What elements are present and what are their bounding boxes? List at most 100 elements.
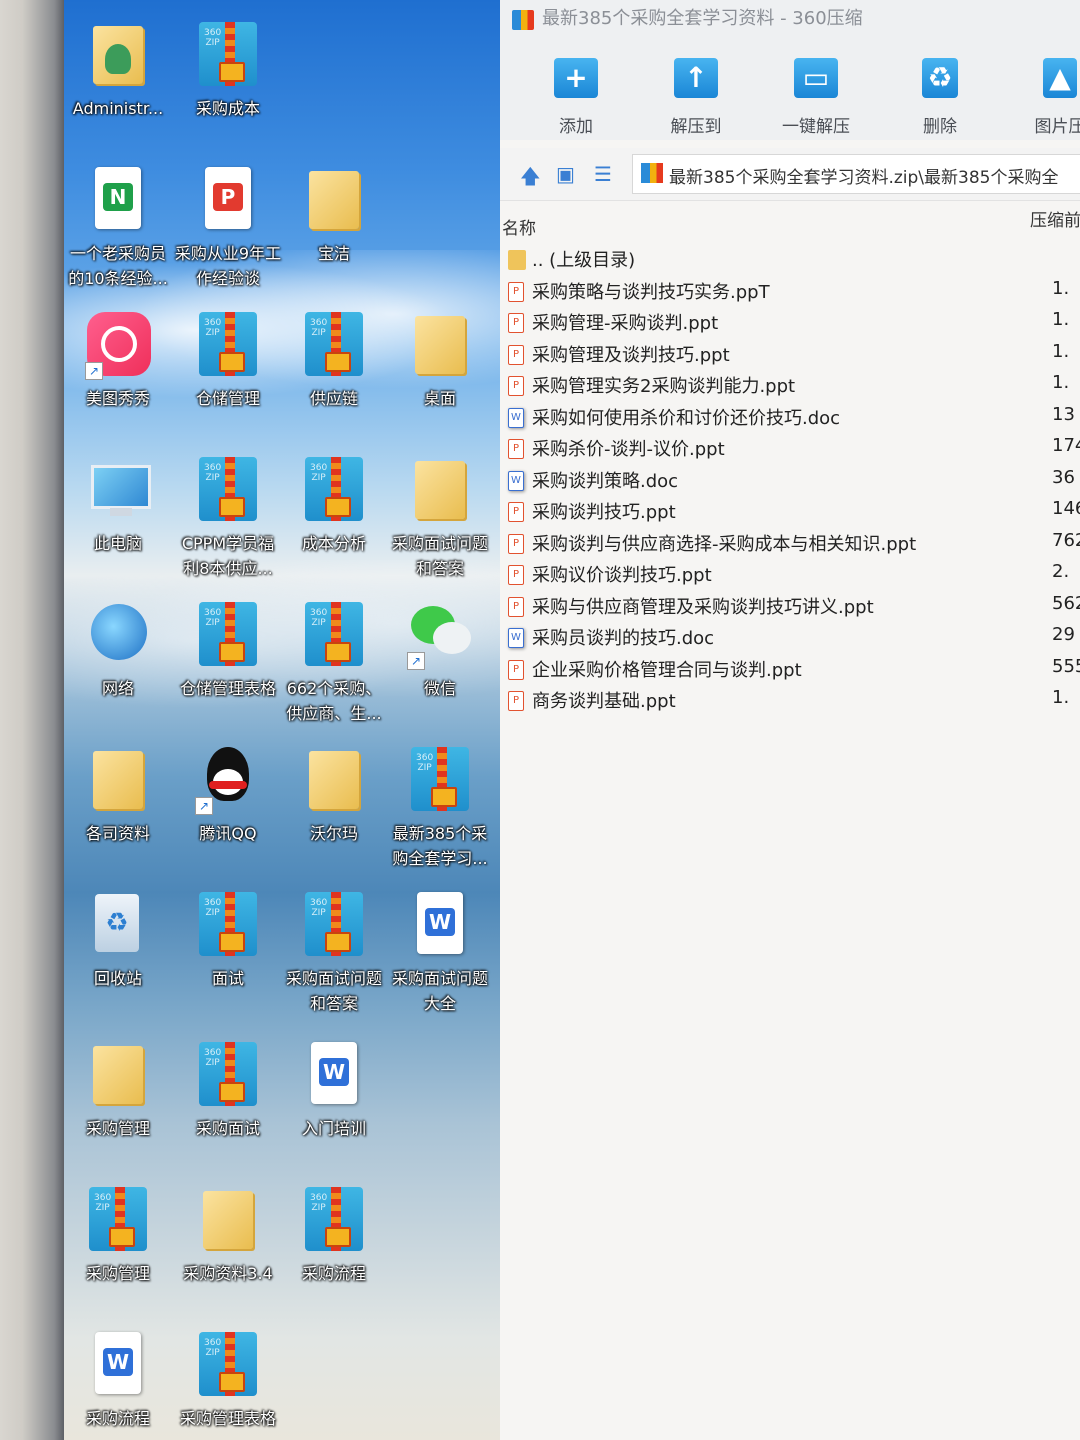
desktop-icon-label: 采购面试问题大全	[391, 969, 488, 1013]
desktop-icon[interactable]: 各司资料	[64, 745, 172, 846]
desktop-icon-label: 供应链	[309, 389, 358, 408]
desktop-icon[interactable]: 采购资料3.4	[174, 1185, 282, 1286]
desktop-icon[interactable]: W 采购流程	[64, 1330, 172, 1431]
desktop-icon[interactable]: 采购流程	[280, 1185, 388, 1286]
file-row[interactable]: P 采购策略与谈判技巧实务.ppT 1.	[500, 276, 1080, 308]
file-name: 采购策略与谈判技巧实务.ppT	[532, 281, 770, 303]
desktop-icon[interactable]: ♻ 回收站	[64, 890, 172, 991]
desktop-icon[interactable]: ↗ 腾讯QQ	[174, 745, 282, 846]
zip-archive-icon	[193, 1330, 263, 1400]
desktop-icon[interactable]: 网络	[64, 600, 172, 701]
powerpoint-file-icon: P	[508, 691, 524, 711]
desktop-icon[interactable]: 最新385个采购全套学习...	[386, 745, 494, 871]
column-name[interactable]: 名称	[502, 214, 536, 239]
desktop-icon[interactable]: 662个采购、供应商、生...	[280, 600, 388, 726]
thumbnail-view-icon[interactable]: ▣	[556, 162, 575, 186]
desktop-icon[interactable]: 宝洁	[280, 165, 388, 266]
list-view-icon[interactable]: ☰	[594, 162, 612, 186]
file-row[interactable]: P 采购管理实务2采购谈判能力.ppt 1.	[500, 370, 1080, 402]
desktop-icon[interactable]: 采购管理	[64, 1185, 172, 1286]
image-compress-label: 图片压	[1034, 117, 1080, 137]
desktop-icon[interactable]: 面试	[174, 890, 282, 991]
up-arrow-icon[interactable]: 🡅	[520, 162, 541, 196]
desktop-icon[interactable]: P 采购从业9年工作经验谈	[174, 165, 282, 291]
desktop-icon[interactable]: 采购面试问题和答案	[280, 890, 388, 1016]
desktop-icon[interactable]: 仓储管理表格	[174, 600, 282, 701]
zip-archive-icon	[193, 310, 263, 380]
meitu-app-icon: ↗	[83, 310, 153, 380]
file-row[interactable]: P 采购议价谈判技巧.ppt 2.	[500, 559, 1080, 591]
one-click-extract-button[interactable]: ▭ 一键解压	[766, 50, 866, 137]
desktop-icon[interactable]: 沃尔玛	[280, 745, 388, 846]
user-folder-icon	[83, 20, 153, 90]
powerpoint-file-icon: P	[508, 376, 524, 396]
list-header: 名称 压缩前	[500, 204, 1080, 246]
file-size: 2.	[1052, 561, 1070, 582]
file-row[interactable]: P 采购与供应商管理及采购谈判技巧讲义.ppt 562	[500, 591, 1080, 623]
desktop-icon[interactable]: W 采购面试问题大全	[386, 890, 494, 1016]
desktop-icon[interactable]: CPPM学员福利8本供应...	[174, 455, 282, 581]
desktop-icon[interactable]: Administr...	[64, 20, 172, 121]
file-name: 采购员谈判的技巧.doc	[532, 628, 715, 649]
toolbar: + 添加 ↑ 解压到 ▭ 一键解压 ♻ 删除 ▲ 图片压	[500, 40, 1080, 140]
powerpoint-file-icon: P	[508, 659, 524, 680]
file-row[interactable]: P 企业采购价格管理合同与谈判.ppt 555	[500, 654, 1080, 686]
desktop-icon[interactable]: 采购成本	[174, 20, 282, 121]
file-row[interactable]: W 采购谈判策略.doc 36	[500, 465, 1080, 497]
desktop-icon[interactable]: W 入门培训	[280, 1040, 388, 1141]
desktop-icon[interactable]: 采购管理表格	[174, 1330, 282, 1431]
zip-archive-icon	[193, 20, 263, 90]
desktop-icon-label: 采购管理表格	[179, 1409, 276, 1428]
file-row[interactable]: P 采购谈判与供应商选择-采购成本与相关知识.ppt 762	[500, 528, 1080, 560]
qq-app-icon: ↗	[193, 745, 263, 815]
desktop: Administr... 采购成本 N 一个老采购员的10条经验... P 采购从业9年工…	[64, 0, 504, 1440]
column-size[interactable]: 压缩前	[1030, 206, 1080, 231]
spreadsheet-doc-icon: N	[83, 165, 153, 235]
title-bar[interactable]: 最新385个采购全套学习资料 - 360压缩	[500, 0, 1080, 40]
file-size: 146	[1052, 498, 1080, 519]
parent-directory-row[interactable]: .. (上级目录)	[500, 244, 1080, 276]
desktop-icon[interactable]: 采购面试问题和答案	[386, 455, 494, 581]
file-row[interactable]: P 商务谈判基础.ppt 1.	[500, 685, 1080, 717]
file-name: 企业采购价格管理合同与谈判.ppt	[532, 659, 802, 681]
image-compress-button[interactable]: ▲ 图片压	[1010, 50, 1080, 137]
word-file-icon: W	[508, 407, 524, 428]
desktop-icon[interactable]: ↗ 美图秀秀	[64, 310, 172, 411]
folder-icon	[83, 1040, 153, 1110]
desktop-icon[interactable]: 此电脑	[64, 455, 172, 556]
file-row[interactable]: P 采购管理及谈判技巧.ppt 1.	[500, 339, 1080, 371]
desktop-icon[interactable]: 仓储管理	[174, 310, 282, 411]
file-size: 1.	[1052, 277, 1070, 299]
desktop-icon[interactable]: 采购管理	[64, 1040, 172, 1141]
path-field[interactable]: 最新385个采购全套学习资料.zip\最新385个采购全	[632, 154, 1080, 194]
desktop-icon[interactable]: 桌面	[386, 310, 494, 411]
extract-to-button[interactable]: ↑ 解压到	[646, 50, 746, 137]
add-button[interactable]: + 添加	[526, 50, 626, 137]
zip-archive-icon	[193, 1040, 263, 1110]
folder-icon	[405, 455, 475, 525]
desktop-icon-label: 微信	[423, 679, 456, 698]
desktop-icon[interactable]: 成本分析	[280, 455, 388, 556]
desktop-icon-label: 662个采购、供应商、生...	[286, 679, 382, 723]
file-size: 13	[1052, 403, 1075, 425]
file-row[interactable]: P 采购管理-采购谈判.ppt 1.	[500, 307, 1080, 339]
desktop-icon[interactable]: ↗ 微信	[386, 600, 494, 701]
file-row[interactable]: W 采购如何使用杀价和讨价还价技巧.doc 13	[500, 402, 1080, 434]
powerpoint-file-icon: P	[508, 533, 524, 554]
file-name: 采购谈判技巧.ppt	[532, 502, 676, 523]
zip-archive-icon	[299, 310, 369, 380]
desktop-icon-label: 采购从业9年工作经验谈	[174, 244, 282, 288]
desktop-icon-label: 腾讯QQ	[199, 824, 257, 843]
desktop-icon-label: 沃尔玛	[309, 824, 358, 843]
desktop-icon-label: 网络	[101, 679, 134, 698]
delete-button[interactable]: ♻ 删除	[890, 50, 990, 137]
desktop-icon[interactable]: 供应链	[280, 310, 388, 411]
word-file-icon: W	[508, 628, 524, 648]
file-row[interactable]: W 采购员谈判的技巧.doc 29	[500, 622, 1080, 654]
desktop-icon[interactable]: N 一个老采购员的10条经验...	[64, 165, 172, 291]
file-row[interactable]: P 采购谈判技巧.ppt 146	[500, 496, 1080, 528]
file-name: 采购议价谈判技巧.ppt	[532, 565, 712, 586]
desktop-icon-label: 仓储管理表格	[179, 679, 276, 698]
desktop-icon[interactable]: 采购面试	[174, 1040, 282, 1141]
file-row[interactable]: P 采购杀价-谈判-议价.ppt 174	[500, 433, 1080, 465]
